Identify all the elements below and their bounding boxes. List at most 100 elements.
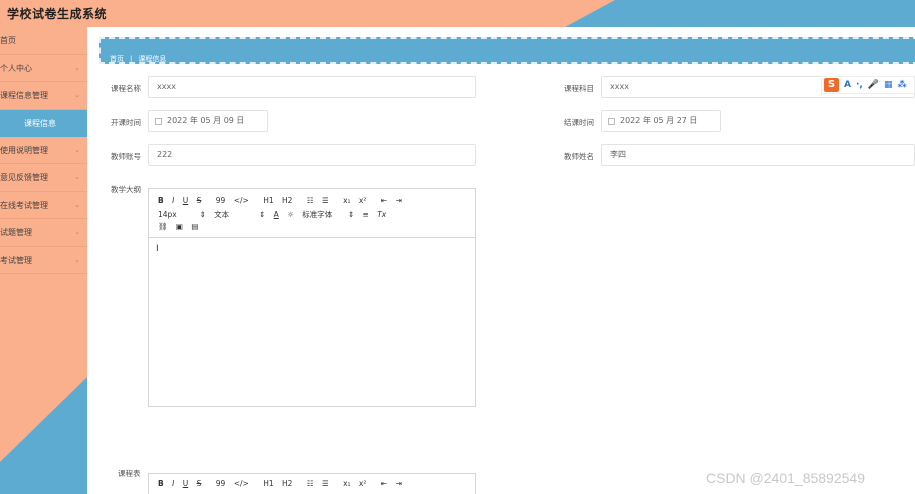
toolbar-row-format: B I U S 99 </> H1 H2 ☷ ☰ x₁ x² ⇤ ⇥ bbox=[158, 479, 408, 488]
sidebar-item-label: 在线考试管理 bbox=[0, 200, 48, 210]
chevron-down-icon: ⌄ bbox=[74, 145, 80, 154]
font-family-select[interactable]: 标准字体 ⇕ bbox=[302, 209, 354, 220]
sidebar-item-label: 个人中心 bbox=[0, 63, 32, 73]
sidebar-subitem-course-info[interactable]: 课程信息 bbox=[0, 109, 87, 137]
ordered-list-button[interactable]: ☷ bbox=[307, 196, 314, 205]
course-name-input[interactable]: xxxx bbox=[148, 76, 476, 98]
toolbar-row-style: 14px ⇕ 文本 ⇕ A ☼ 标准字体 ⇕ ≡ Tx bbox=[158, 209, 392, 220]
outdent-button[interactable]: ⇤ bbox=[381, 196, 387, 205]
underline-button[interactable]: U bbox=[183, 196, 189, 205]
breadcrumb-current: 课程信息 bbox=[138, 55, 167, 63]
sidebar-item-course-info[interactable]: 课程信息管理 ⌄ bbox=[0, 82, 87, 110]
sidebar-item-online-exam[interactable]: 在线考试管理 ⌄ bbox=[0, 192, 87, 219]
sidebar-item-exams[interactable]: 考试管理 ⌄ bbox=[0, 247, 87, 274]
sidebar-item-questions[interactable]: 试题管理 ⌄ bbox=[0, 219, 87, 247]
clear-format-button[interactable]: Tx bbox=[377, 210, 386, 219]
calendar-icon bbox=[155, 118, 162, 125]
bullet-list-button[interactable]: ☰ bbox=[322, 479, 329, 488]
header-accent bbox=[565, 0, 915, 27]
schedule-label: 课程表 bbox=[118, 469, 141, 478]
sidebar-item-label: 首页 bbox=[0, 36, 16, 45]
start-time-value: 2022 年 05 月 09 日 bbox=[167, 116, 245, 125]
font-color-button[interactable]: A bbox=[274, 210, 279, 219]
indent-button[interactable]: ⇥ bbox=[395, 196, 401, 205]
ordered-list-button[interactable]: ☷ bbox=[307, 479, 314, 488]
chevron-down-icon: ⌄ bbox=[74, 173, 80, 181]
watermark: CSDN @2401_85892549 bbox=[706, 470, 865, 486]
breadcrumb-home[interactable]: 首页 bbox=[110, 55, 124, 63]
italic-button[interactable]: I bbox=[172, 479, 174, 488]
sidebar-item-usage-guide[interactable]: 使用说明管理 ⌄ bbox=[0, 137, 87, 164]
syllabus-editor[interactable]: B I U S 99 </> H1 H2 ☷ ☰ x₁ x² ⇤ ⇥ 14px … bbox=[148, 188, 476, 407]
end-time-label: 结课时间 bbox=[564, 118, 594, 127]
code-button[interactable]: </> bbox=[234, 479, 249, 488]
calendar-icon bbox=[608, 118, 615, 125]
link-icon[interactable]: ⛓ bbox=[158, 222, 168, 231]
outdent-button[interactable]: ⇤ bbox=[381, 479, 387, 488]
teacher-id-input[interactable]: 222 bbox=[148, 144, 476, 166]
toolbar-row-insert: ⛓ ▣ ▤ bbox=[158, 222, 205, 231]
top-header: 学校试卷生成系统 bbox=[0, 0, 915, 27]
teacher-name-label: 教师姓名 bbox=[564, 152, 594, 161]
sidebar-item-label: 课程信息管理 bbox=[0, 91, 48, 100]
toolbar-row-format: B I U S 99 </> H1 H2 ☷ ☰ x₁ x² ⇤ ⇥ bbox=[158, 196, 408, 205]
background-color-icon[interactable]: ☼ bbox=[287, 210, 294, 219]
ime-menu-icon[interactable]: ⁂ bbox=[898, 80, 907, 90]
font-size-select[interactable]: 14px ⇕ bbox=[158, 210, 206, 219]
keyboard-icon[interactable]: ▦ bbox=[884, 80, 893, 90]
syllabus-label: 教学大纲 bbox=[111, 185, 141, 194]
video-icon[interactable]: ▤ bbox=[191, 222, 198, 231]
align-button[interactable]: ≡ bbox=[363, 210, 369, 219]
breadcrumb: 首页 | 课程信息 bbox=[99, 37, 915, 64]
ime-toolbar[interactable]: S A ·, 🎤 ▦ ⁂ bbox=[821, 76, 915, 94]
ime-logo-icon[interactable]: S bbox=[824, 78, 839, 92]
superscript-button[interactable]: x² bbox=[359, 479, 366, 488]
text-cursor: I bbox=[156, 244, 159, 254]
chevron-down-icon: ⌄ bbox=[74, 91, 80, 99]
main-content: 首页 | 课程信息 课程名称 xxxx 课程科目 xxxx 开课时间 2022 年 … bbox=[87, 27, 915, 494]
bold-button[interactable]: B bbox=[158, 479, 164, 488]
h1-button[interactable]: H1 bbox=[263, 196, 273, 205]
subscript-button[interactable]: x₁ bbox=[343, 479, 350, 488]
end-time-picker[interactable]: 2022 年 05 月 27 日 bbox=[601, 110, 721, 132]
italic-button[interactable]: I bbox=[172, 196, 174, 205]
superscript-button[interactable]: x² bbox=[359, 196, 366, 205]
start-time-picker[interactable]: 2022 年 05 月 09 日 bbox=[148, 110, 268, 132]
syllabus-content-area[interactable]: I bbox=[149, 238, 475, 406]
quote-button[interactable]: 99 bbox=[216, 479, 226, 488]
h2-button[interactable]: H2 bbox=[282, 479, 292, 488]
app-title: 学校试卷生成系统 bbox=[7, 7, 108, 21]
microphone-icon[interactable]: 🎤 bbox=[868, 80, 879, 90]
sidebar-item-feedback[interactable]: 意见反馈管理 ⌄ bbox=[0, 164, 87, 192]
indent-button[interactable]: ⇥ bbox=[395, 479, 401, 488]
ime-punct-icon[interactable]: ·, bbox=[856, 80, 863, 90]
strike-button[interactable]: S bbox=[197, 479, 202, 488]
font-family-value: 标准字体 bbox=[302, 210, 333, 219]
course-subject-label: 课程科目 bbox=[564, 84, 594, 93]
sidebar-decoration bbox=[0, 377, 87, 494]
image-icon[interactable]: ▣ bbox=[176, 222, 183, 231]
underline-button[interactable]: U bbox=[183, 479, 189, 488]
subscript-button[interactable]: x₁ bbox=[343, 196, 350, 205]
h2-button[interactable]: H2 bbox=[282, 196, 292, 205]
paragraph-value: 文本 bbox=[214, 210, 230, 219]
quote-button[interactable]: 99 bbox=[216, 196, 226, 205]
breadcrumb-separator: | bbox=[130, 55, 133, 63]
bold-button[interactable]: B bbox=[158, 196, 164, 205]
h1-button[interactable]: H1 bbox=[263, 479, 273, 488]
sidebar-item-label: 意见反馈管理 bbox=[0, 173, 48, 182]
sidebar-subitem-label: 课程信息 bbox=[24, 118, 56, 128]
sidebar-item-label: 试题管理 bbox=[0, 228, 32, 237]
strike-button[interactable]: S bbox=[197, 196, 202, 205]
sidebar-item-home[interactable]: 首页 bbox=[0, 27, 87, 55]
paragraph-select[interactable]: 文本 ⇕ bbox=[214, 209, 265, 220]
schedule-editor[interactable]: B I U S 99 </> H1 H2 ☷ ☰ x₁ x² ⇤ ⇥ bbox=[148, 473, 476, 494]
course-name-label: 课程名称 bbox=[111, 84, 141, 93]
bullet-list-button[interactable]: ☰ bbox=[322, 196, 329, 205]
ime-font-icon[interactable]: A bbox=[844, 80, 851, 90]
sidebar-item-personal-center[interactable]: 个人中心 ⌄ bbox=[0, 55, 87, 82]
editor-toolbar: B I U S 99 </> H1 H2 ☷ ☰ x₁ x² ⇤ ⇥ 14px … bbox=[149, 189, 475, 238]
code-button[interactable]: </> bbox=[234, 196, 249, 205]
chevron-down-icon: ⌄ bbox=[74, 228, 80, 236]
teacher-name-input[interactable]: 李四 bbox=[601, 144, 915, 166]
